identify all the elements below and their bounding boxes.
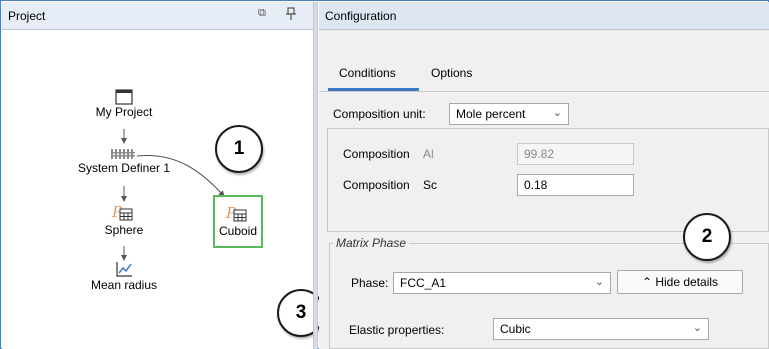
hide-details-button[interactable]: ⌃ Hide details <box>617 270 743 294</box>
composition-al-field: 99.82 <box>517 143 634 165</box>
phase-select[interactable]: FCC_A1 ⌄ <box>393 272 611 294</box>
chevron-up-icon: ⌃ <box>641 275 652 289</box>
project-panel: Project ⧉ My Project System Definer 1 P … <box>2 2 325 349</box>
composition-al-label: Composition <box>343 147 410 161</box>
composition-sc-field[interactable]: 0.18 <box>517 174 634 196</box>
tree-node-system-definer[interactable]: System Definer 1 <box>64 147 184 175</box>
elastic-properties-label: Elastic properties: <box>349 323 445 337</box>
tree-node-label: Sphere <box>104 223 144 237</box>
tree-node-my-project[interactable]: My Project <box>84 89 164 119</box>
configuration-panel-header: Configuration <box>319 2 769 30</box>
composition-sc-element: Sc <box>423 178 438 192</box>
tree-node-label: My Project <box>95 105 153 119</box>
elastic-properties-select[interactable]: Cubic ⌄ <box>493 318 709 340</box>
composition-sc-label: Composition <box>343 178 410 192</box>
hide-details-label: Hide details <box>655 275 719 289</box>
tree-node-label: Mean radius <box>90 278 158 292</box>
tree-node-label: Cuboid <box>218 224 258 238</box>
chevron-down-icon: ⌄ <box>692 322 702 334</box>
phase-value: FCC_A1 <box>400 276 447 290</box>
tree-node-label: System Definer 1 <box>77 161 171 175</box>
configuration-panel: Configuration Conditions Options Composi… <box>319 2 769 349</box>
tab-options[interactable]: Options <box>431 66 472 80</box>
elastic-properties-value: Cubic <box>500 322 531 336</box>
matrix-phase-title: Matrix Phase <box>333 236 410 250</box>
tree-connectors <box>121 129 225 261</box>
precipitation-icon: P <box>111 203 133 221</box>
app-window: Project ⧉ My Project System Definer 1 P … <box>0 0 769 349</box>
project-icon <box>115 89 133 105</box>
composition-unit-value: Mole percent <box>456 107 526 121</box>
system-definer-icon <box>111 149 135 159</box>
active-tab-indicator <box>328 88 419 91</box>
configuration-panel-title: Configuration <box>325 9 397 23</box>
chevron-down-icon: ⌄ <box>594 276 604 288</box>
callout-2: 2 <box>683 213 731 261</box>
phase-label: Phase: <box>351 276 389 290</box>
tree-node-sphere[interactable]: P Sphere <box>94 203 154 237</box>
chevron-down-icon: ⌄ <box>552 107 562 119</box>
tree-node-cuboid[interactable]: P Cuboid <box>213 195 263 248</box>
plot-icon <box>116 262 132 277</box>
composition-unit-select[interactable]: Mole percent ⌄ <box>449 103 569 125</box>
callout-1: 1 <box>215 125 263 173</box>
tree-node-mean-radius[interactable]: Mean radius <box>74 261 174 292</box>
precipitation-icon: P <box>225 204 247 222</box>
composition-al-element: Al <box>423 147 434 161</box>
tab-conditions[interactable]: Conditions <box>339 66 396 80</box>
panel-splitter[interactable] <box>313 2 318 349</box>
composition-unit-label: Composition unit: <box>333 107 426 121</box>
